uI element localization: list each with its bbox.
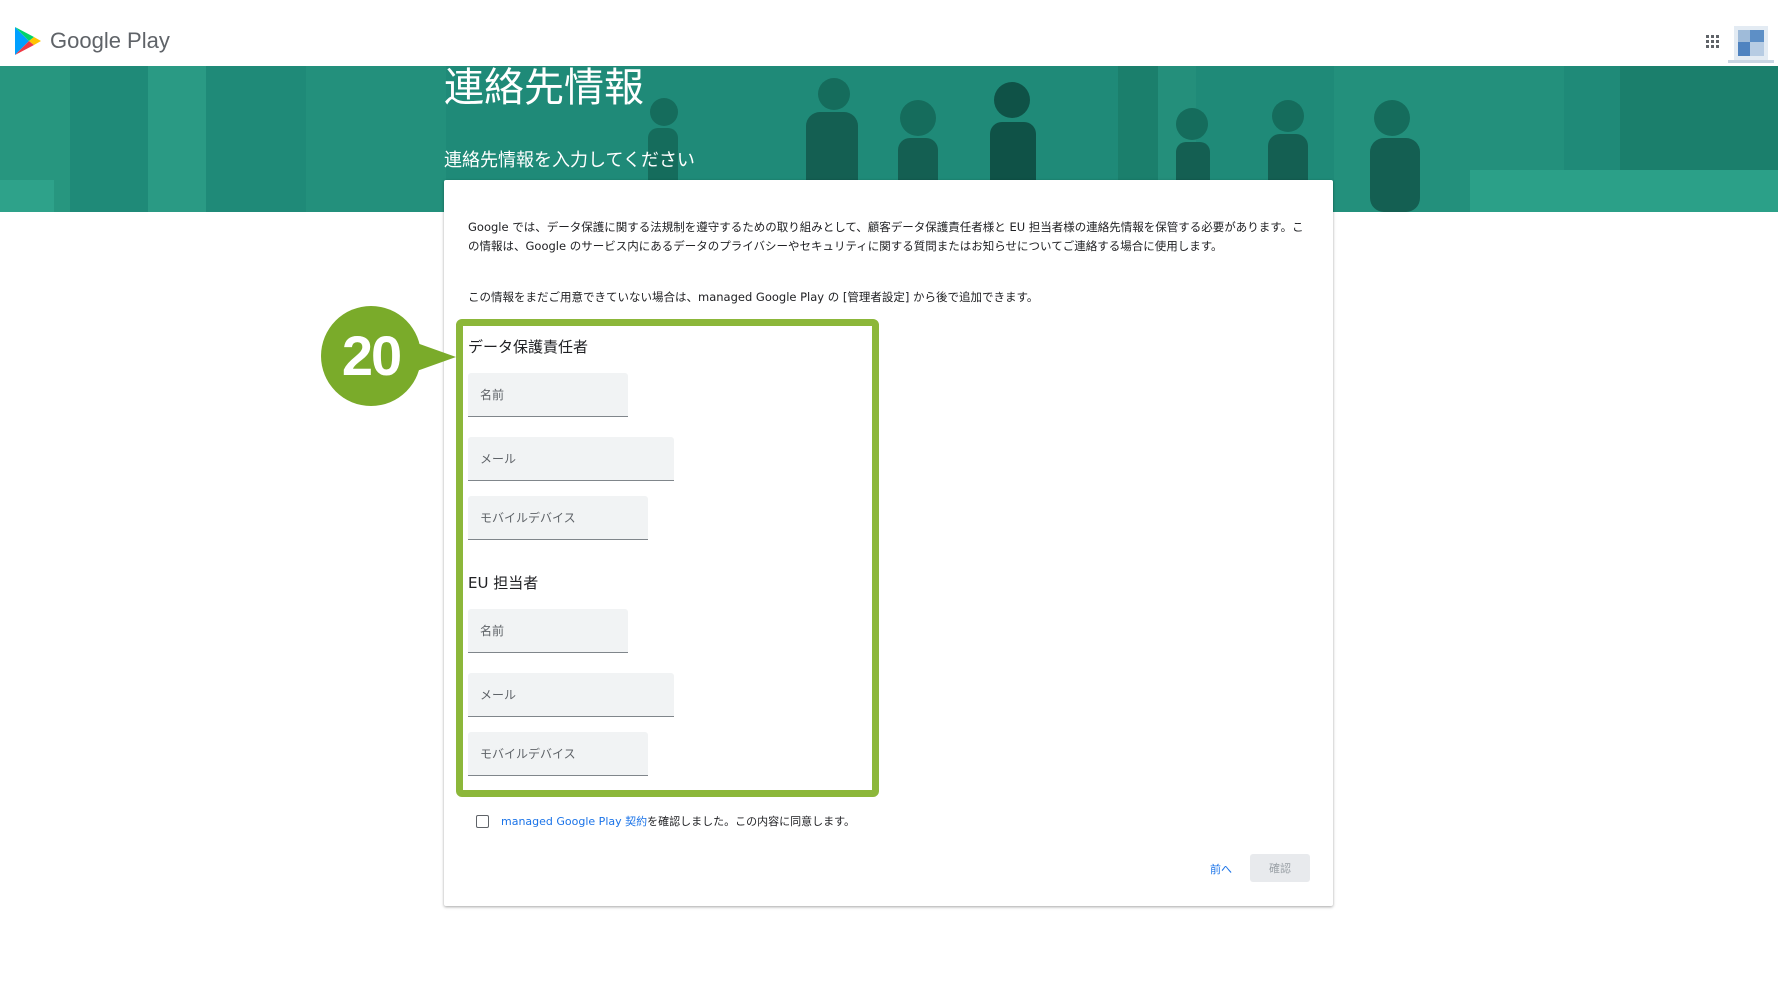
agreement-text: managed Google Play 契約を確認しました。この内容に同意します… — [501, 813, 855, 829]
add-later-text: この情報をまだご用意できていない場合は、managed Google Play … — [468, 290, 1039, 304]
page-subtitle: 連絡先情報を入力してください — [444, 150, 695, 171]
agreement-row: managed Google Play 契約を確認しました。この内容に同意します… — [476, 813, 855, 829]
page: Google Play 連絡先情報 連絡先情報を入力してください Google … — [0, 0, 1778, 1000]
dpo-mobile-field[interactable] — [468, 496, 648, 540]
apps-grid-icon[interactable] — [1706, 35, 1720, 49]
eu-mobile-field[interactable] — [468, 732, 648, 776]
step-number-badge: 20 — [321, 306, 421, 406]
dpo-name-input[interactable] — [468, 373, 628, 416]
google-play-logo[interactable]: Google Play — [14, 26, 170, 56]
dpo-mobile-input[interactable] — [468, 496, 648, 539]
agreement-link[interactable]: managed Google Play 契約 — [501, 815, 647, 828]
contact-info-card: Google では、データ保護に関する法規制を遵守するための取り組みとして、顧客… — [444, 180, 1333, 906]
play-logo-icon — [15, 27, 41, 55]
dpo-email-input[interactable] — [468, 437, 674, 480]
eu-email-input[interactable] — [468, 673, 674, 716]
top-bar: Google Play — [0, 0, 1778, 66]
agreement-checkbox[interactable] — [476, 814, 489, 828]
dpo-name-field[interactable] — [468, 373, 628, 417]
dpo-email-field[interactable] — [468, 437, 674, 481]
eu-mobile-input[interactable] — [468, 732, 648, 775]
account-avatar[interactable] — [1728, 26, 1774, 66]
page-title: 連絡先情報 — [444, 65, 644, 111]
description-text: Google では、データ保護に関する法規制を遵守するための取り組みとして、顧客… — [468, 220, 1304, 253]
back-button[interactable]: 前へ — [1210, 861, 1232, 877]
logo-text: Google Play — [50, 28, 170, 53]
eu-section-heading: EU 担当者 — [468, 574, 539, 592]
confirm-button[interactable]: 確認 — [1250, 854, 1310, 882]
eu-email-field[interactable] — [468, 673, 674, 717]
agreement-suffix: を確認しました。この内容に同意します。 — [647, 815, 856, 828]
dpo-section-heading: データ保護責任者 — [468, 338, 589, 356]
eu-name-field[interactable] — [468, 609, 628, 653]
eu-name-input[interactable] — [468, 609, 628, 652]
